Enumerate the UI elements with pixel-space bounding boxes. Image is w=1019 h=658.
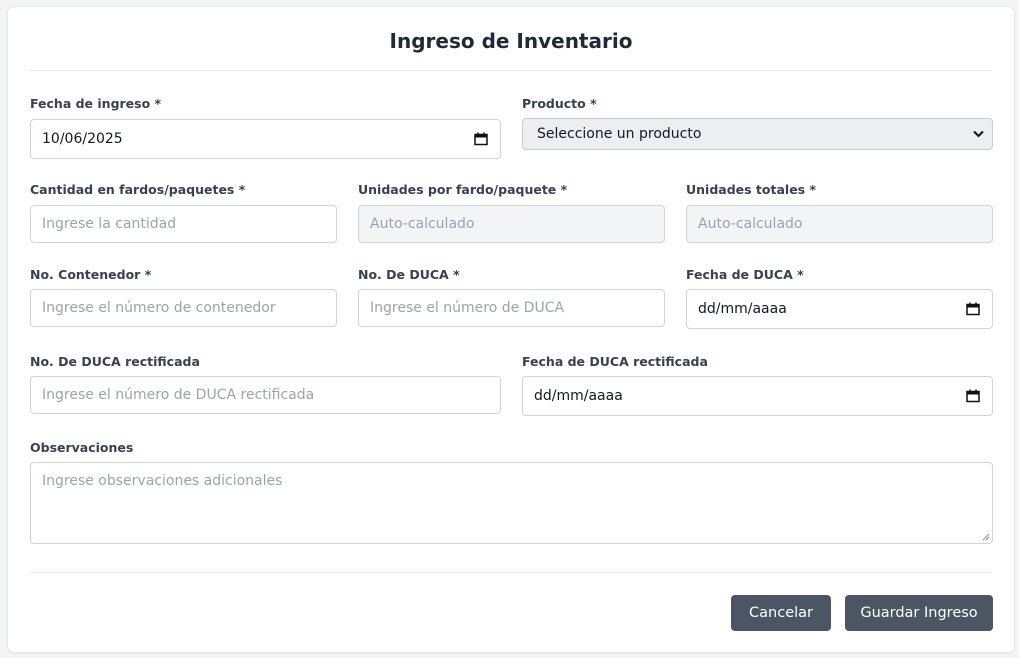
divider-top bbox=[30, 70, 992, 71]
contenedor-placeholder: Ingrese el número de contenedor bbox=[42, 300, 276, 316]
unidades-fardo-placeholder: Auto-calculado bbox=[370, 216, 475, 232]
unidades-totales-placeholder: Auto-calculado bbox=[698, 216, 803, 232]
divider-bottom bbox=[30, 572, 992, 573]
duca-rect-input[interactable]: Ingrese el número de DUCA rectificada bbox=[30, 376, 501, 414]
calendar-icon[interactable] bbox=[966, 389, 980, 403]
fecha-duca-rect-label: Fecha de DUCA rectificada bbox=[522, 354, 708, 369]
fecha-duca-input[interactable]: dd/mm/aaaa bbox=[686, 289, 993, 329]
unidades-fardo-label: Unidades por fardo/paquete * bbox=[358, 182, 568, 197]
contenedor-input[interactable]: Ingrese el número de contenedor bbox=[30, 289, 337, 327]
duca-label: No. De DUCA * bbox=[358, 267, 460, 282]
unidades-totales-label: Unidades totales * bbox=[686, 182, 816, 197]
unidades-totales-input: Auto-calculado bbox=[686, 205, 993, 243]
duca-input[interactable]: Ingrese el número de DUCA bbox=[358, 289, 665, 327]
form-title: Ingreso de Inventario bbox=[389, 29, 633, 53]
fecha-duca-label: Fecha de DUCA * bbox=[686, 267, 804, 282]
duca-rect-placeholder: Ingrese el número de DUCA rectificada bbox=[42, 387, 315, 403]
fecha-duca-rect-input[interactable]: dd/mm/aaaa bbox=[522, 376, 993, 416]
observaciones-placeholder: Ingrese observaciones adicionales bbox=[42, 473, 283, 489]
fecha-ingreso-input[interactable]: 10/06/2025 bbox=[30, 119, 501, 159]
contenedor-label: No. Contenedor * bbox=[30, 267, 152, 282]
calendar-icon[interactable] bbox=[966, 302, 980, 316]
fecha-duca-rect-value: dd/mm/aaaa bbox=[534, 388, 623, 404]
fecha-ingreso-value: 10/06/2025 bbox=[42, 131, 123, 147]
calendar-icon[interactable] bbox=[474, 132, 488, 146]
observaciones-label: Observaciones bbox=[30, 440, 134, 455]
chevron-down-icon bbox=[973, 130, 984, 138]
observaciones-textarea[interactable]: Ingrese observaciones adicionales bbox=[30, 462, 993, 544]
fecha-ingreso-label: Fecha de ingreso * bbox=[30, 96, 162, 111]
cancel-button[interactable]: Cancelar bbox=[731, 595, 831, 631]
cantidad-label: Cantidad en fardos/paquetes * bbox=[30, 182, 246, 197]
unidades-fardo-input: Auto-calculado bbox=[358, 205, 665, 243]
duca-rect-label: No. De DUCA rectificada bbox=[30, 354, 200, 369]
cantidad-placeholder: Ingrese la cantidad bbox=[42, 216, 177, 232]
producto-selected: Seleccione un producto bbox=[537, 126, 702, 142]
producto-select[interactable]: Seleccione un producto bbox=[522, 118, 993, 150]
duca-placeholder: Ingrese el número de DUCA bbox=[370, 300, 565, 316]
fecha-duca-value: dd/mm/aaaa bbox=[698, 301, 787, 317]
save-button[interactable]: Guardar Ingreso bbox=[845, 595, 993, 631]
cantidad-input[interactable]: Ingrese la cantidad bbox=[30, 205, 337, 243]
resize-grip-icon[interactable] bbox=[982, 533, 990, 541]
inventory-form-card: Ingreso de Inventario Fecha de ingreso *… bbox=[7, 6, 1015, 653]
producto-label: Producto * bbox=[522, 96, 597, 111]
